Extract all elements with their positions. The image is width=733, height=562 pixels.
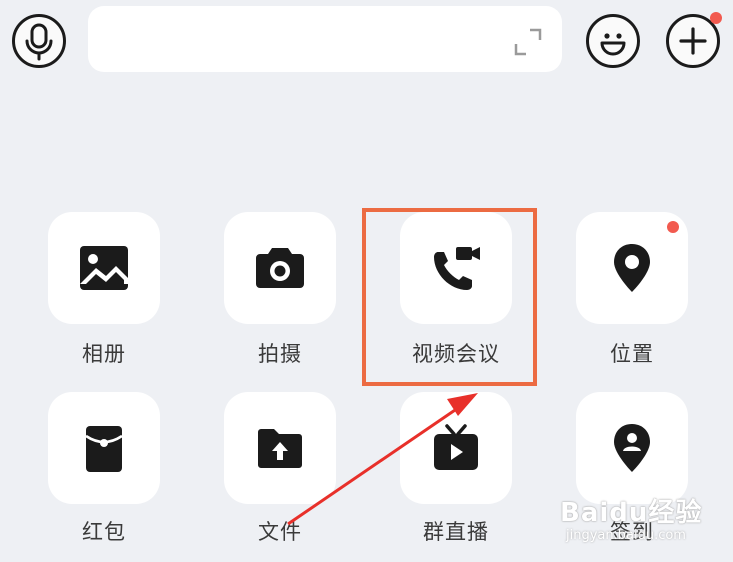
panel-item-location-label: 位置 (610, 342, 654, 366)
panel-item-camera-label: 拍摄 (258, 342, 302, 366)
panel-item-live-label: 群直播 (423, 520, 489, 544)
emoji-button[interactable] (586, 14, 640, 68)
smiley-icon (600, 33, 626, 56)
expand-icon[interactable] (512, 26, 544, 58)
panel-item-file-label: 文件 (258, 520, 302, 544)
file-upload-icon (258, 429, 302, 468)
panel-item-check-in[interactable] (576, 392, 688, 504)
location-icon (614, 244, 650, 292)
message-input[interactable] (88, 6, 562, 72)
location-notification-dot (667, 221, 679, 233)
microphone-icon (25, 23, 53, 61)
watermark-url: jingyan.baidu.com (566, 528, 686, 543)
panel-item-live[interactable] (400, 392, 512, 504)
panel-item-red-envelope[interactable] (48, 392, 160, 504)
notification-dot (710, 12, 722, 24)
album-icon (80, 246, 128, 290)
check-in-icon (614, 424, 650, 472)
highlight-box (362, 208, 537, 386)
red-envelope-icon (85, 426, 123, 472)
camera-icon (256, 248, 304, 288)
panel-item-camera[interactable] (224, 212, 336, 324)
plus-icon (679, 27, 707, 55)
live-tv-icon (434, 424, 478, 470)
panel-item-red-envelope-label: 红包 (82, 520, 126, 544)
panel-item-album-label: 相册 (82, 342, 126, 366)
voice-button[interactable] (12, 14, 66, 68)
panel-item-album[interactable] (48, 212, 160, 324)
watermark-logo: Baidu经验 (560, 498, 703, 528)
panel-item-file[interactable] (224, 392, 336, 504)
